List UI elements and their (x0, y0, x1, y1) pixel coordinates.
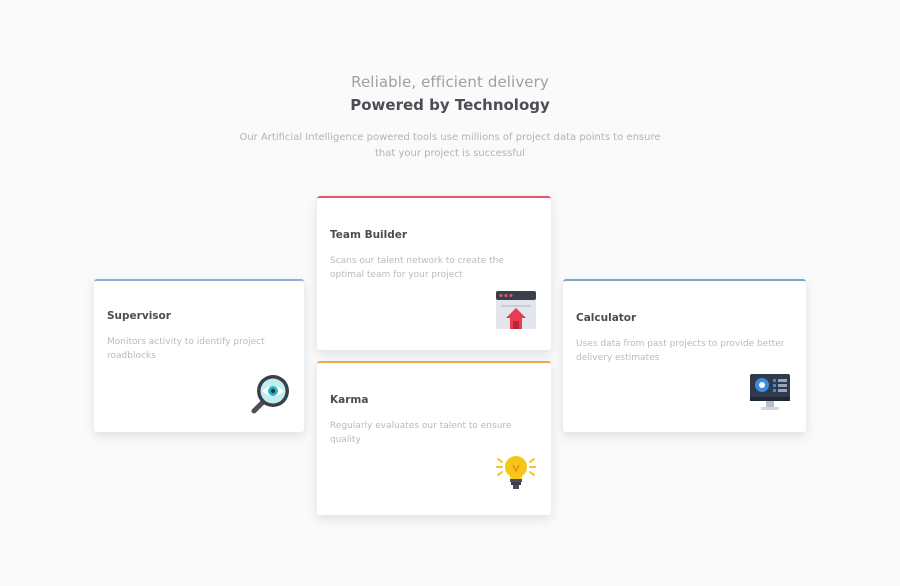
card-description: Scans our talent network to create the o… (330, 256, 504, 280)
card-title: Calculator (576, 312, 637, 324)
section-header: Reliable, efficient delivery Powered by … (0, 70, 900, 116)
monitor-dashboard-icon (749, 373, 793, 419)
card-description: Uses data from past projects to provide … (576, 339, 785, 363)
browser-window-upload-icon (495, 290, 539, 336)
card-description: Regularly evaluates our talent to ensure… (330, 421, 512, 445)
card-title: Supervisor (107, 310, 171, 322)
card-calculator: Calculator Uses data from past projects … (563, 279, 806, 432)
card-supervisor: Supervisor Monitors activity to identify… (94, 279, 304, 432)
card-karma: Karma Regularly evaluates our talent to … (317, 361, 551, 515)
card-team-builder: Team Builder Scans our talent network to… (317, 196, 551, 350)
lightbulb-icon (495, 453, 539, 501)
card-description: Monitors activity to identify project ro… (107, 337, 265, 361)
section-title: Powered by Technology (350, 96, 550, 114)
section-description: Our Artificial Intelligence powered tool… (239, 132, 661, 159)
magnifying-glass-eye-icon (248, 371, 294, 421)
section-subtitle: Reliable, efficient delivery (351, 73, 549, 91)
card-title: Team Builder (330, 229, 408, 241)
card-title: Karma (330, 394, 369, 406)
